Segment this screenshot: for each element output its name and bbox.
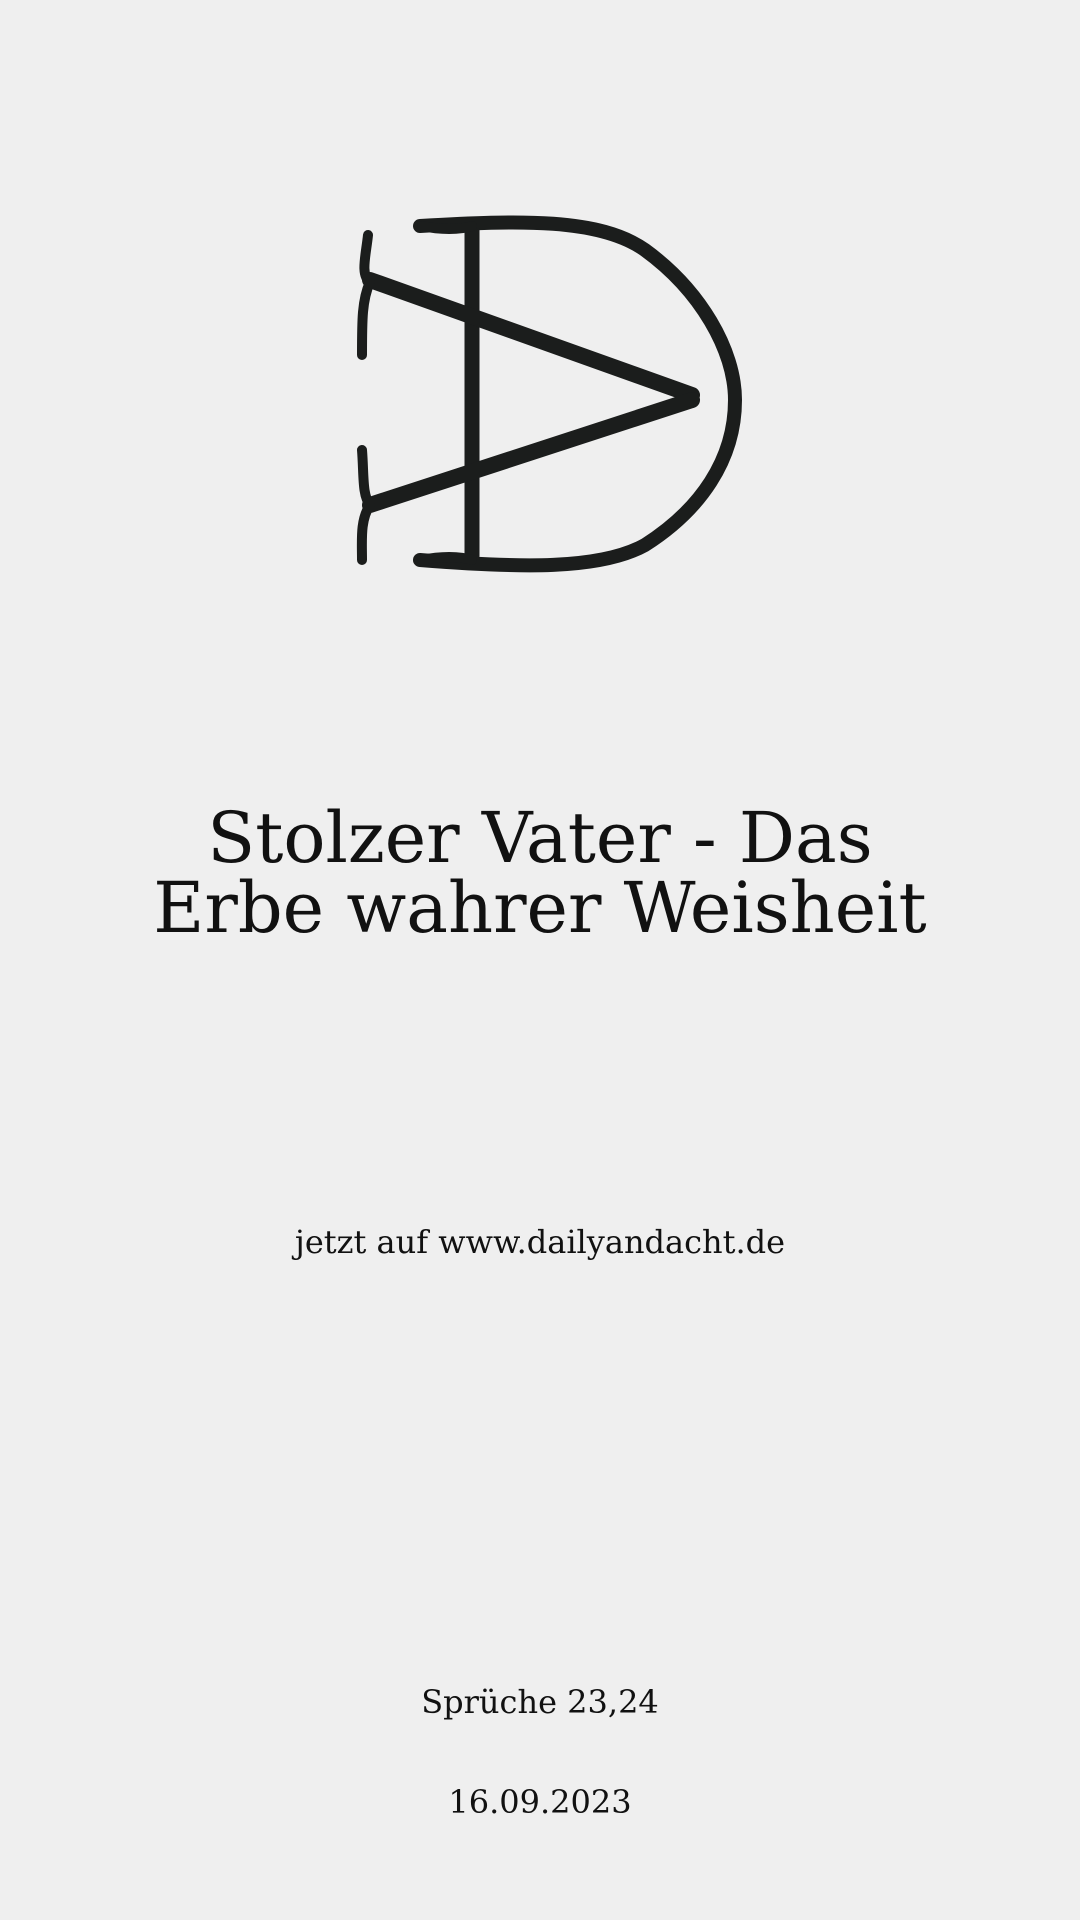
page-title: Stolzer Vater - Das Erbe wahrer Weisheit	[60, 803, 1020, 943]
bible-reference: Sprüche 23,24	[421, 1683, 659, 1721]
promo-text: jetzt auf www.dailyandacht.de	[294, 1223, 786, 1261]
date-text: 16.09.2023	[448, 1783, 632, 1821]
title-line-2: Erbe wahrer Weisheit	[153, 867, 927, 949]
dv-monogram-logo-icon	[340, 210, 760, 580]
title-line-1: Stolzer Vater - Das	[207, 797, 873, 879]
